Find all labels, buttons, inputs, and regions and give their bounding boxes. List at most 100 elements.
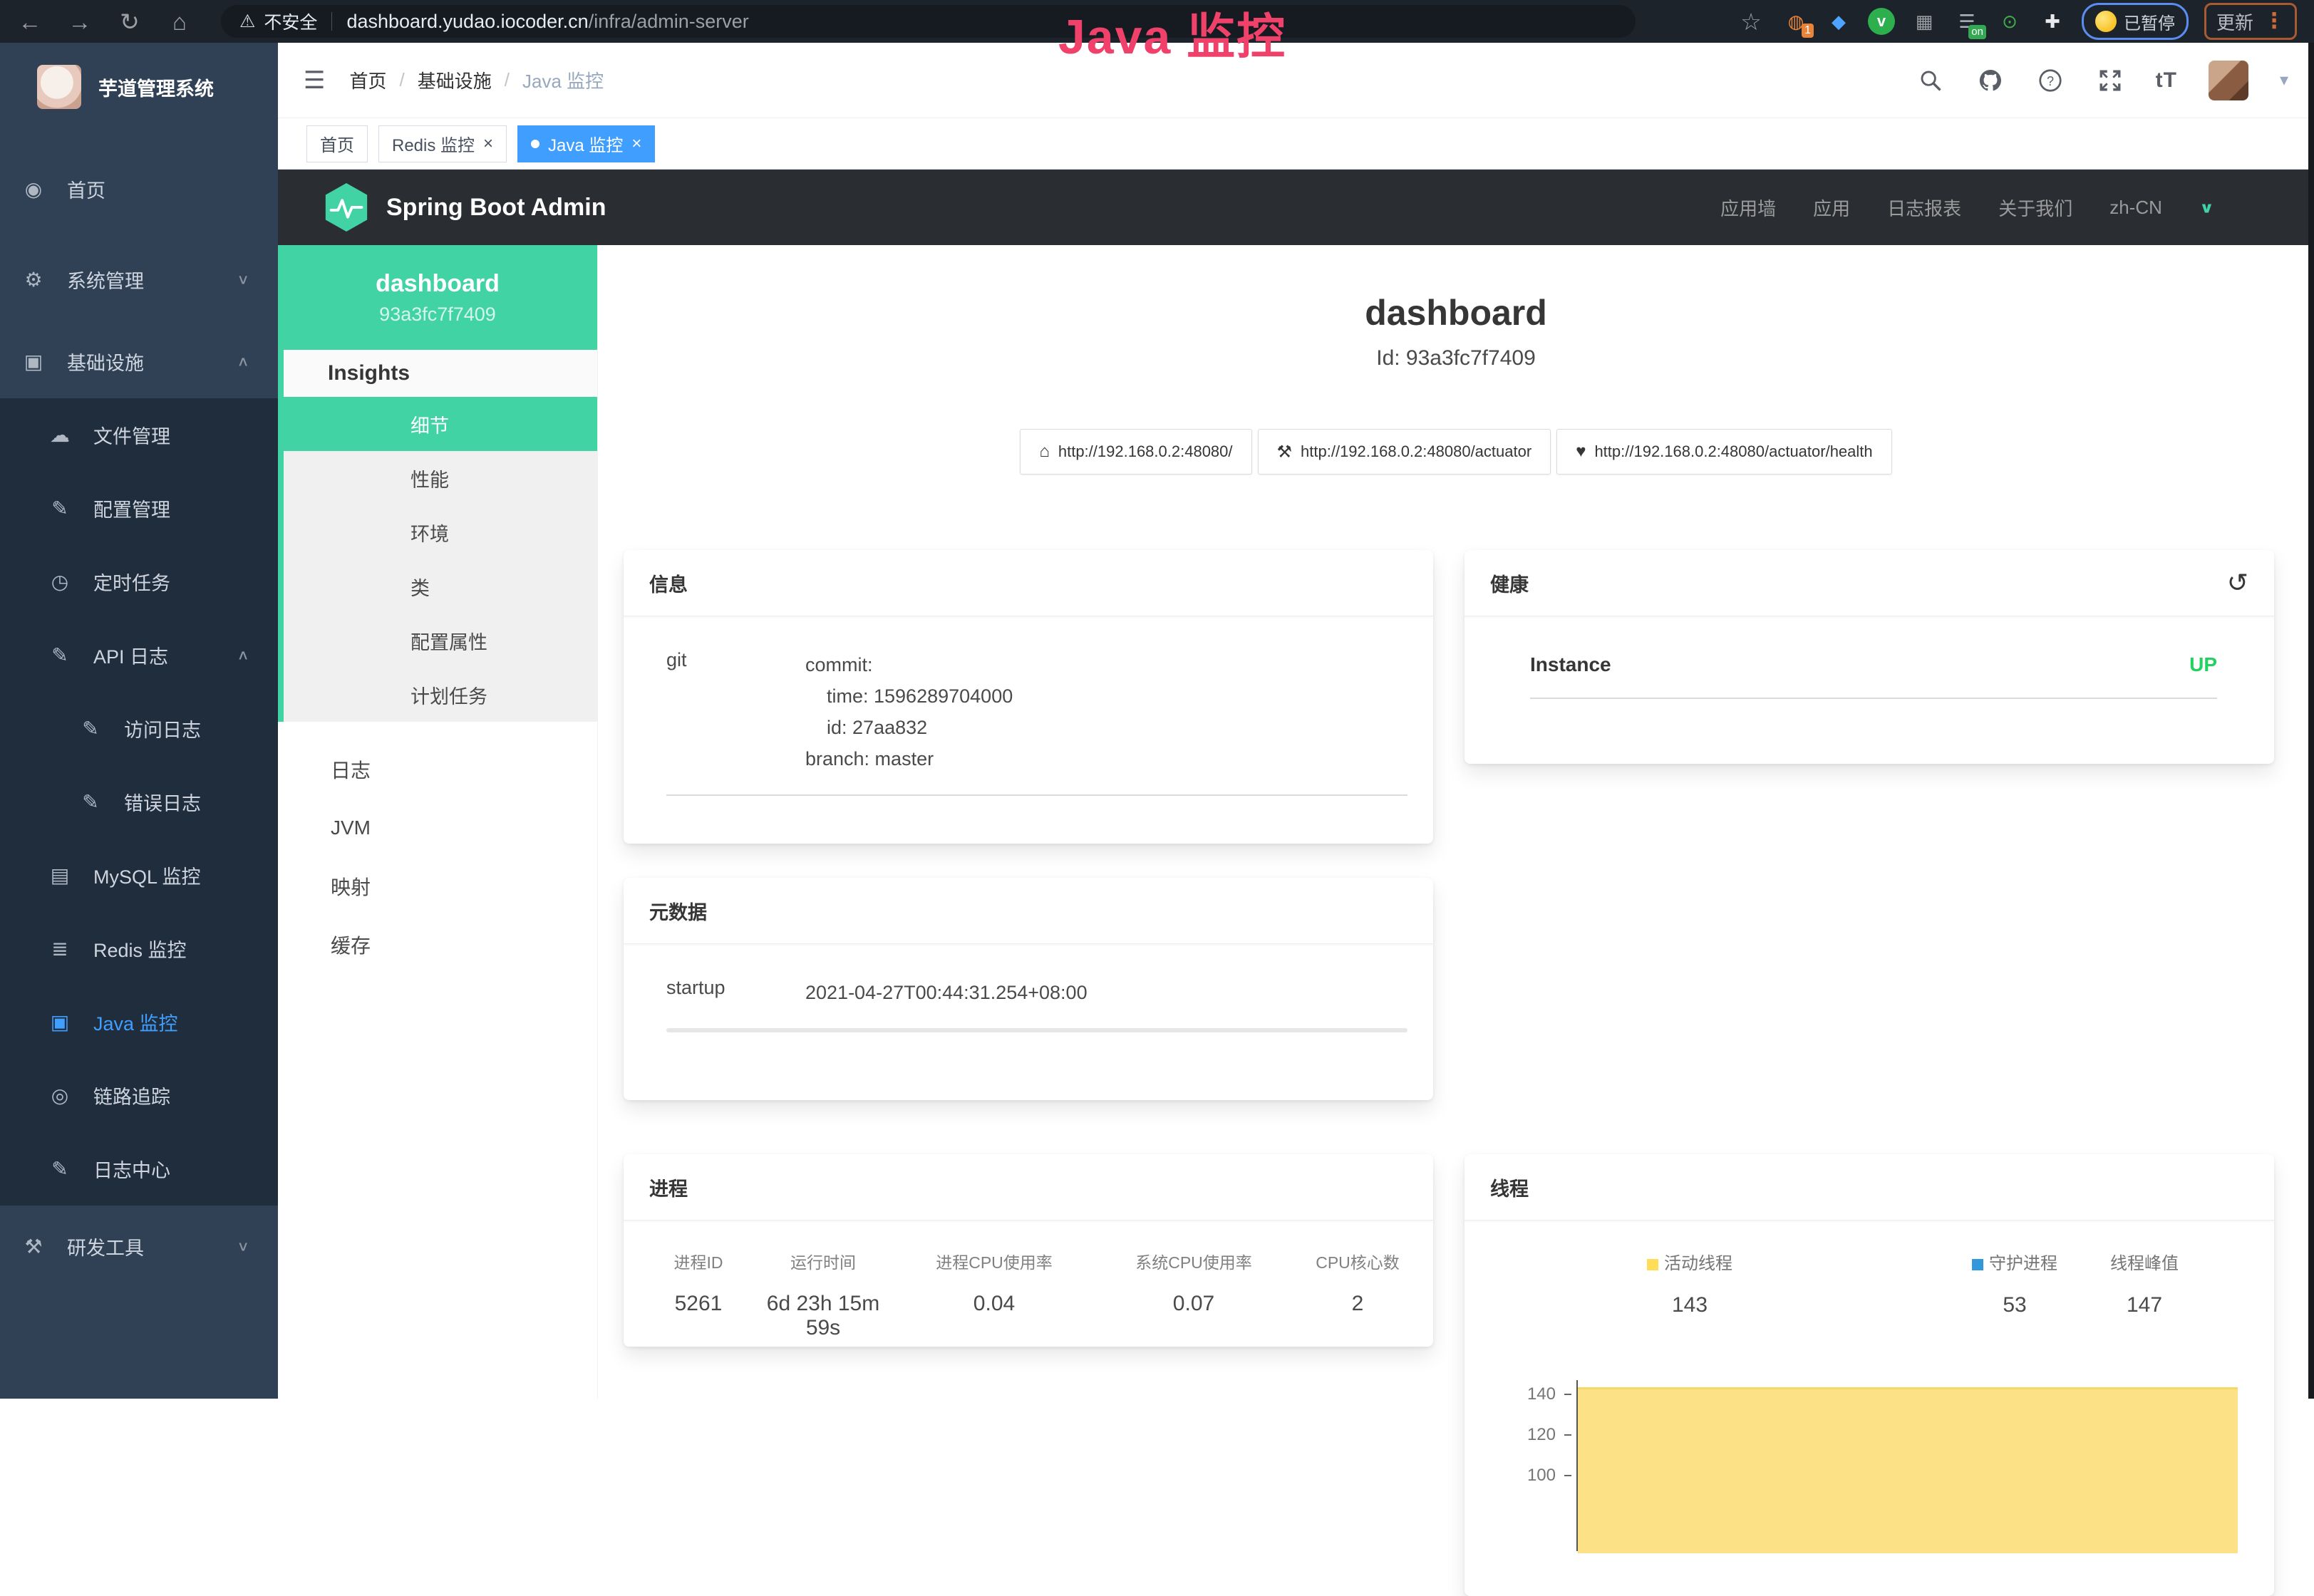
url-host: dashboard.yudao.iocoder.cn — [346, 11, 588, 33]
browser-address-bar[interactable]: ⚠ 不安全 dashboard.yudao.iocoder.cn /infra/… — [221, 5, 1636, 38]
breadcrumb-current: Java 监控 — [522, 67, 604, 93]
actuator-url-button[interactable]: ⚒ http://192.168.0.2:48080/actuator — [1258, 429, 1551, 475]
help-icon[interactable]: ? — [2036, 66, 2065, 95]
app-menu: ◉ 首页 ⚙ 系统管理 ∨ ▣ 基础设施 ∧ ☁ 文件管理 ✎ 配置管理 ◷ 定… — [0, 152, 278, 1283]
sba-item-scheduled-tasks[interactable]: 计划任务 — [284, 668, 597, 722]
service-url-button[interactable]: ⌂ http://192.168.0.2:48080/ — [1020, 429, 1251, 475]
fullscreen-icon[interactable] — [2096, 66, 2124, 95]
sidebar-item-scheduled-tasks[interactable]: ◷ 定时任务 — [0, 545, 278, 618]
sba-link-applications[interactable]: 应用 — [1813, 195, 1850, 221]
paused-extension-pill[interactable]: 已暂停 — [2082, 3, 2189, 40]
health-url-button[interactable]: ♥ http://192.168.0.2:48080/actuator/heal… — [1556, 429, 1891, 475]
sba-language-select[interactable]: zh-CN — [2109, 197, 2162, 219]
sidebar-item-log-center[interactable]: ✎ 日志中心 — [0, 1132, 278, 1206]
sidebar-item-mysql-monitor[interactable]: ▤ MySQL 监控 — [0, 839, 278, 912]
browser-back-button[interactable]: ← — [14, 10, 46, 33]
sba-item-mappings[interactable]: 映射 — [278, 857, 597, 916]
sba-item-caches[interactable]: 缓存 — [278, 916, 597, 974]
github-icon[interactable] — [1976, 66, 2005, 95]
browser-extension-icon[interactable]: v — [1868, 8, 1895, 35]
sidebar-item-redis-monitor[interactable]: ≣ Redis 监控 — [0, 912, 278, 985]
sidebar-item-error-logs[interactable]: ✎ 错误日志 — [0, 765, 278, 839]
chevron-down-icon[interactable]: ∨ — [2199, 199, 2214, 217]
sidebar-item-config-management[interactable]: ✎ 配置管理 — [0, 472, 278, 545]
app-sidebar: 芋道管理系统 ◉ 首页 ⚙ 系统管理 ∨ ▣ 基础设施 ∧ ☁ 文件管理 ✎ 配… — [0, 43, 278, 1399]
browser-home-button[interactable]: ⌂ — [164, 10, 195, 33]
instance-header[interactable]: dashboard 93a3fc7f7409 — [278, 245, 597, 350]
y-axis-tick-label: 120 — [1506, 1425, 1556, 1445]
process-card: 进程 进程ID 运行时间 进程CPU使用率 系统CPU使用率 CPU核心数 52… — [624, 1154, 1433, 1347]
insecure-warning-icon[interactable]: ⚠ — [239, 11, 255, 32]
layers-icon: ≣ — [48, 937, 72, 960]
tab-java-monitor[interactable]: Java 监控 × — [517, 125, 655, 162]
browser-extension-icon[interactable]: ▦ — [1911, 8, 1938, 35]
sba-link-wallboard[interactable]: 应用墙 — [1720, 195, 1776, 221]
tab-redis-monitor[interactable]: Redis 监控 × — [378, 125, 507, 162]
close-icon[interactable]: × — [631, 134, 641, 154]
edit-icon: ✎ — [48, 497, 72, 520]
sba-navbar: Spring Boot Admin 应用墙 应用 日志报表 关于我们 zh-CN… — [278, 170, 2314, 245]
chevron-up-icon: ∧ — [237, 353, 249, 370]
security-label[interactable]: 不安全 — [264, 9, 317, 34]
breadcrumb-infrastructure[interactable]: 基础设施 — [418, 67, 492, 93]
breadcrumb: 首页 / 基础设施 / Java 监控 — [349, 67, 604, 93]
sidebar-item-tracing[interactable]: ◎ 链路追踪 — [0, 1059, 278, 1132]
legend-swatch-blue — [1972, 1259, 1983, 1270]
sba-brand[interactable]: Spring Boot Admin — [324, 182, 606, 232]
sba-link-journal[interactable]: 日志报表 — [1887, 195, 1961, 221]
sba-item-jvm[interactable]: JVM — [278, 799, 597, 857]
legend-peak-threads: 线程峰值 — [2066, 1249, 2223, 1274]
sidebar-item-home[interactable]: ◉ 首页 — [0, 152, 278, 226]
health-instance-row[interactable]: Instance UP — [1465, 616, 2274, 676]
sba-item-environment[interactable]: 环境 — [284, 505, 597, 559]
header-actions: ? tT ▾ — [1916, 61, 2288, 100]
browser-update-button[interactable]: 更新 ⋮ — [2204, 3, 2297, 40]
sba-link-about[interactable]: 关于我们 — [1998, 195, 2072, 221]
sba-item-details[interactable]: 细节 — [284, 397, 597, 451]
browser-reload-button[interactable]: ↻ — [114, 10, 145, 33]
log-icon: ✎ — [78, 717, 103, 740]
sba-item-metrics[interactable]: 性能 — [284, 451, 597, 505]
window-scrollbar-edge[interactable] — [2308, 43, 2314, 1399]
info-card-header: 信息 — [624, 550, 1433, 616]
sba-item-logs[interactable]: 日志 — [278, 740, 597, 799]
avatar-caret-icon[interactable]: ▾ — [2280, 70, 2288, 90]
sidebar-item-api-logs[interactable]: ✎ API 日志 ∧ — [0, 618, 278, 692]
browser-extension-icon[interactable]: ◍1 — [1782, 8, 1809, 35]
tab-home[interactable]: 首页 — [306, 125, 368, 162]
font-size-icon[interactable]: tT — [2156, 68, 2177, 93]
sidebar-item-infrastructure[interactable]: ▣ 基础设施 ∧ — [0, 325, 278, 398]
sba-item-config-properties[interactable]: 配置属性 — [284, 613, 597, 668]
browser-extension-puzzle-icon[interactable]: ✚ — [2039, 8, 2066, 35]
sidebar-item-access-logs[interactable]: ✎ 访问日志 — [0, 692, 278, 765]
browser-extension-icon[interactable]: ◆ — [1825, 8, 1852, 35]
browser-menu-icon[interactable]: ⋮ — [2263, 11, 2285, 32]
threads-area-chart: 140 120 100 — [1465, 1376, 2274, 1561]
metadata-key: startup — [666, 977, 805, 1008]
bookmark-star-icon[interactable]: ☆ — [1735, 10, 1767, 33]
sidebar-item-java-monitor[interactable]: ▣ Java 监控 — [0, 985, 278, 1059]
breadcrumb-separator: / — [505, 69, 510, 91]
browser-forward-button[interactable]: → — [64, 10, 95, 33]
chevron-up-icon: ∧ — [237, 647, 249, 663]
breadcrumb-home[interactable]: 首页 — [349, 67, 386, 93]
app-logo-row[interactable]: 芋道管理系统 — [0, 43, 278, 113]
omnibox-divider — [331, 12, 332, 31]
sidebar-item-system-management[interactable]: ⚙ 系统管理 ∨ — [0, 243, 278, 316]
hamburger-icon[interactable]: ☰ — [304, 66, 325, 95]
sidebar-item-file-management[interactable]: ☁ 文件管理 — [0, 398, 278, 472]
history-icon[interactable]: ↺ — [2227, 568, 2248, 598]
close-icon[interactable]: × — [483, 134, 493, 154]
database-icon: ▤ — [48, 864, 72, 887]
user-avatar[interactable] — [2209, 61, 2248, 100]
instance-id: 93a3fc7f7409 — [379, 304, 496, 326]
app-title: 芋道管理系统 — [98, 73, 214, 101]
browser-extension-icon[interactable]: ⊙ — [1996, 8, 2023, 35]
sba-item-classes[interactable]: 类 — [284, 559, 597, 613]
browser-extension-icon[interactable]: ☰on — [1953, 8, 1980, 35]
sidebar-item-dev-tools[interactable]: ⚒ 研发工具 ∨ — [0, 1210, 278, 1283]
infrastructure-submenu: ☁ 文件管理 ✎ 配置管理 ◷ 定时任务 ✎ API 日志 ∧ ✎ 访问日志 ✎ — [0, 398, 278, 1206]
tags-view-bar: 首页 Redis 监控 × Java 监控 × — [278, 118, 2314, 170]
search-icon[interactable] — [1916, 66, 1945, 95]
browser-right-cluster: ☆ ◍1 ◆ v ▦ ☰on ⊙ ✚ 已暂停 更新 ⋮ — [1735, 3, 2300, 40]
